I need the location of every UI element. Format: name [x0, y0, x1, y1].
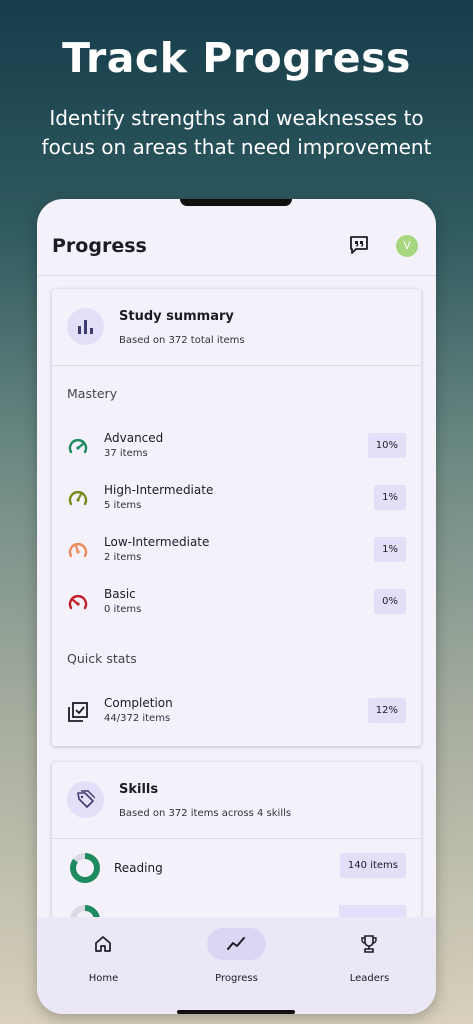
study-summary-title: Study summary [119, 309, 234, 324]
promo-subtitle-line-1: Identify strengths and weaknesses to [49, 106, 424, 130]
mastery-percent-badge: 1% [374, 537, 406, 562]
feedback-quote-icon [350, 236, 368, 254]
mastery-count: 2 items [104, 552, 142, 563]
phone-frame: Progress V Study summary Based on 372 to… [37, 199, 436, 1014]
nav-pill [340, 928, 399, 960]
study-summary-card: Study summary Based on 372 total items M… [52, 289, 421, 746]
donut-icon [70, 905, 100, 917]
gauge-mid-low-icon [68, 543, 88, 558]
study-summary-header: Study summary Based on 372 total items [52, 289, 421, 366]
promo-title: Track Progress [62, 34, 411, 82]
checklist-icon [68, 702, 88, 722]
bottom-nav: Home Progress Leaders [37, 917, 436, 1014]
completion-row[interactable]: Completion 44/372 items 12% [52, 692, 421, 732]
mastery-count: 37 items [104, 448, 148, 459]
nav-pill [74, 928, 133, 960]
mastery-row-high-intermediate[interactable]: High-Intermediate 5 items 1% [52, 479, 421, 519]
avatar[interactable]: V [396, 235, 418, 257]
nav-pill-active [207, 928, 266, 960]
mastery-row-low-intermediate[interactable]: Low-Intermediate 2 items 1% [52, 531, 421, 571]
nav-label: Leaders [349, 973, 390, 984]
home-indicator [177, 1010, 295, 1014]
mastery-row-advanced[interactable]: Advanced 37 items 10% [52, 427, 421, 467]
completion-name: Completion [104, 696, 173, 710]
gauge-high-icon [68, 439, 88, 454]
mastery-count: 0 items [104, 604, 142, 615]
skill-name: Reading [114, 861, 163, 875]
donut-icon [70, 853, 100, 883]
skills-title: Skills [119, 782, 159, 797]
quick-stats-label: Quick stats [67, 651, 137, 666]
skill-row-reading[interactable]: Reading 140 items [52, 849, 421, 889]
bar-chart-icon [78, 320, 93, 334]
mastery-name: Advanced [104, 431, 164, 445]
completion-percent-badge: 12% [367, 698, 406, 723]
mastery-percent-badge: 0% [374, 589, 406, 614]
feedback-button[interactable] [348, 234, 370, 256]
gauge-low-icon [68, 595, 88, 610]
mastery-count: 5 items [104, 500, 142, 511]
nav-item-leaders[interactable]: Leaders [303, 927, 436, 997]
skills-subtitle: Based on 372 items across 4 skills [119, 808, 292, 819]
skills-header: Skills Based on 372 items across 4 skill… [52, 762, 421, 839]
nav-item-progress[interactable]: Progress [170, 927, 303, 997]
scroll-content[interactable]: Study summary Based on 372 total items M… [37, 276, 436, 917]
promo-subtitle: Identify strengths and weaknesses to foc… [0, 104, 473, 162]
home-icon [95, 936, 111, 952]
promo-subtitle-line-2: focus on areas that need improvement [41, 135, 432, 159]
mastery-label: Mastery [67, 386, 118, 401]
study-summary-icon-circle [67, 308, 104, 345]
mastery-name: Basic [104, 587, 136, 601]
skill-count-badge [339, 905, 406, 917]
nav-item-home[interactable]: Home [37, 927, 170, 997]
mastery-name: High-Intermediate [104, 483, 214, 497]
skill-count-badge: 140 items [339, 853, 406, 878]
mastery-row-basic[interactable]: Basic 0 items 0% [52, 583, 421, 623]
trophy-icon [361, 935, 377, 953]
study-summary-subtitle: Based on 372 total items [119, 335, 245, 346]
skills-card: Skills Based on 372 items across 4 skill… [52, 762, 421, 917]
mastery-name: Low-Intermediate [104, 535, 210, 549]
skill-row-2[interactable] [52, 901, 421, 917]
app-header: Progress V [37, 199, 436, 276]
nav-label: Progress [215, 973, 258, 984]
mastery-percent-badge: 10% [367, 433, 406, 458]
completion-count: 44/372 items [104, 713, 171, 724]
nav-label: Home [88, 973, 119, 984]
page-title: Progress [52, 235, 147, 257]
gauge-mid-high-icon [68, 491, 88, 506]
trend-icon [227, 937, 245, 950]
skills-icon-circle [67, 781, 104, 818]
tag-icon [77, 790, 95, 808]
mastery-percent-badge: 1% [374, 485, 406, 510]
